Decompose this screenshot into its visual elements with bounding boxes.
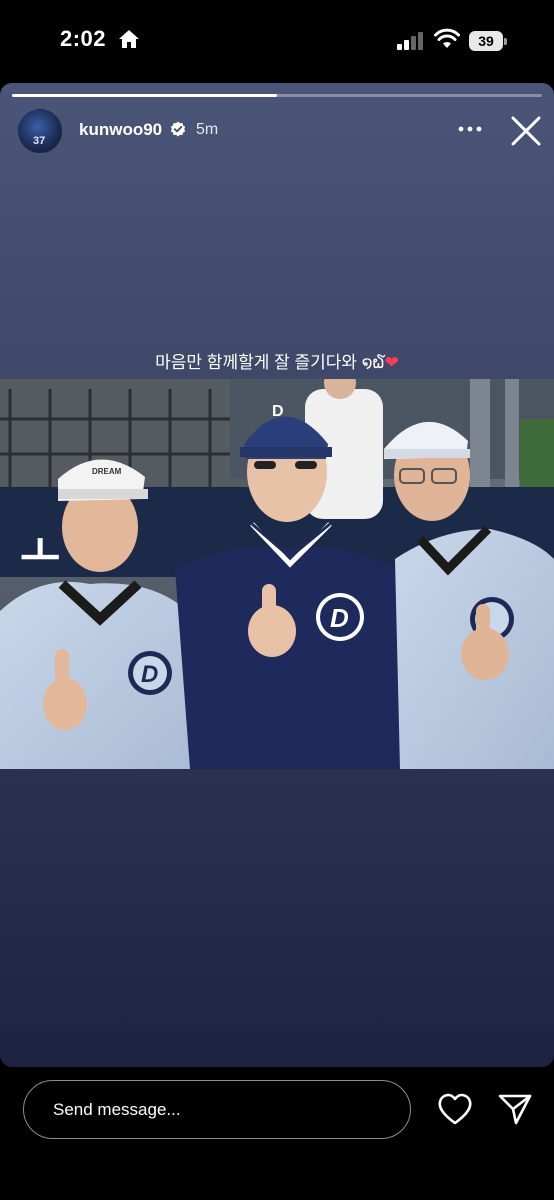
status-bar: 2:02 39	[0, 0, 554, 82]
heart-icon[interactable]	[437, 1092, 473, 1126]
caption-emoji: ໑໖	[361, 353, 385, 372]
username[interactable]: kunwoo90	[79, 120, 162, 140]
story-card[interactable]: 37 kunwoo90 5m 마음만 함께할게 잘 즐기다와 ໑໖❤ ㅗ ㅈ D…	[0, 83, 554, 1067]
heart-emoji: ❤	[384, 353, 399, 372]
send-message-input[interactable]: Send message...	[23, 1080, 411, 1139]
wifi-icon	[434, 28, 460, 48]
signal-icon	[397, 32, 423, 50]
battery-icon: 39	[469, 31, 507, 51]
jersey-logo-middle: D	[330, 603, 349, 633]
story-progress-bar	[12, 94, 542, 97]
cap-text-left: DREAM	[92, 467, 122, 476]
story-photo: ㅗ ㅈ D DREAM D D	[0, 379, 554, 769]
more-options-icon[interactable]	[455, 119, 485, 139]
story-timestamp: 5m	[196, 121, 219, 138]
cap-letter-middle: D	[272, 403, 284, 420]
avatar[interactable]: 37	[17, 108, 63, 154]
battery-level: 39	[478, 33, 494, 49]
send-icon[interactable]	[497, 1092, 533, 1126]
verified-badge-icon	[170, 121, 186, 137]
jersey-logo-left: D	[141, 661, 158, 688]
story-progress-fill	[12, 94, 277, 97]
photo-illustration: ㅗ ㅈ D DREAM D D	[0, 379, 554, 769]
status-time: 2:02	[60, 26, 107, 51]
story-caption: 마음만 함께할게 잘 즐기다와 ໑໖❤	[0, 348, 554, 373]
close-icon[interactable]	[509, 114, 543, 148]
caption-text: 마음만 함께할게 잘 즐기다와	[155, 353, 362, 372]
home-icon	[119, 30, 139, 48]
send-message-placeholder: Send message...	[53, 1100, 181, 1119]
